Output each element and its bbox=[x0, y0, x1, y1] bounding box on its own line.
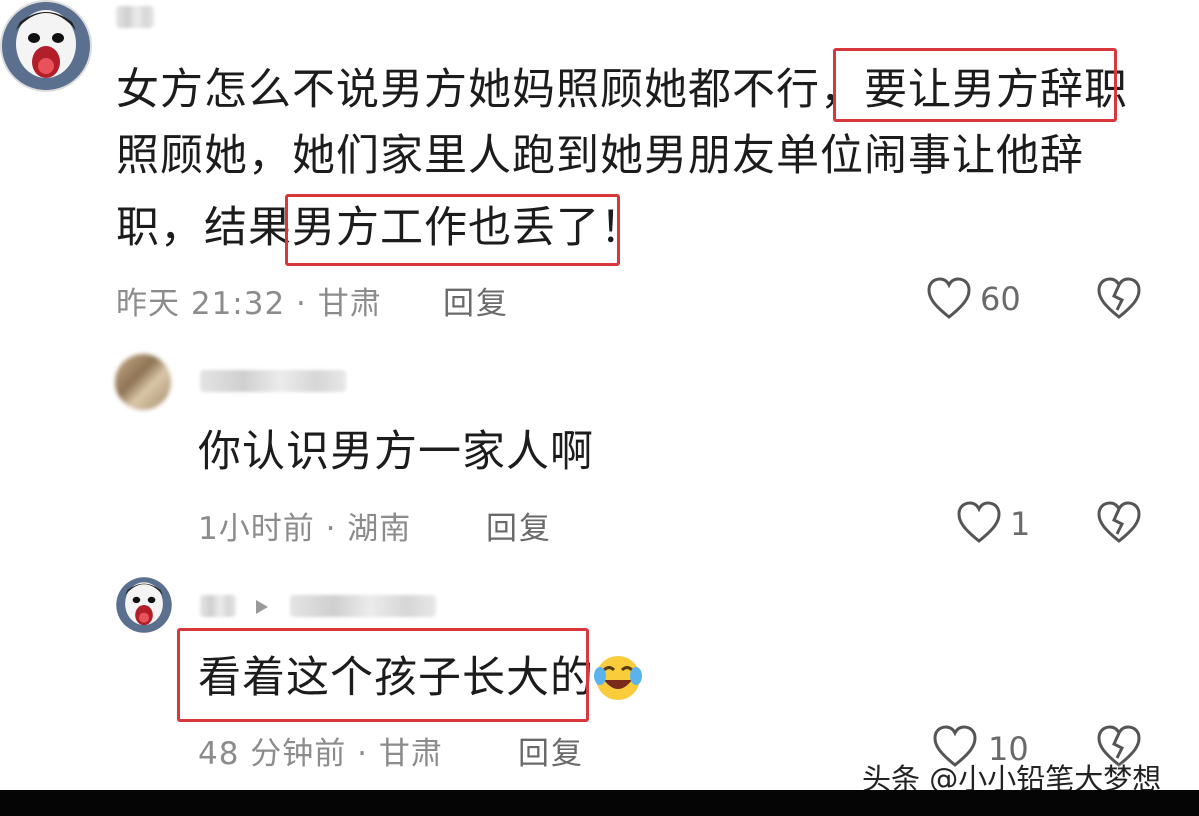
like-count: 1 bbox=[1010, 505, 1031, 543]
highlight-box bbox=[285, 194, 620, 266]
like-count: 60 bbox=[980, 280, 1021, 318]
reply-button[interactable]: 回复 bbox=[443, 278, 509, 323]
heart-icon[interactable] bbox=[956, 500, 1002, 544]
username[interactable] bbox=[200, 370, 346, 392]
username[interactable] bbox=[200, 595, 236, 617]
reply-to-username[interactable] bbox=[290, 595, 436, 617]
laughing-crying-emoji bbox=[594, 656, 642, 700]
avatar[interactable] bbox=[115, 354, 171, 410]
cartoon-face-icon bbox=[2, 2, 90, 90]
cartoon-face-icon bbox=[116, 577, 172, 633]
broken-heart-icon[interactable] bbox=[1096, 276, 1142, 320]
comment-meta: 48 分钟前 · 甘肃 bbox=[198, 736, 443, 772]
comment-meta: 昨天 21:32 · 甘肃 bbox=[116, 286, 382, 322]
play-arrow-icon bbox=[256, 600, 268, 614]
avatar[interactable] bbox=[0, 0, 92, 92]
reply-button[interactable]: 回复 bbox=[518, 728, 584, 773]
username[interactable] bbox=[116, 6, 154, 28]
highlight-box bbox=[177, 628, 589, 722]
comment-text: 照顾她，她们家里人跑到她男朋友单位闹事让他辞 bbox=[116, 131, 1084, 181]
comment-text: 你认识男方一家人啊 bbox=[198, 427, 594, 477]
comment-meta: 1小时前 · 湖南 bbox=[198, 511, 412, 547]
avatar[interactable] bbox=[115, 576, 173, 634]
highlight-box bbox=[833, 48, 1117, 122]
heart-icon[interactable] bbox=[926, 276, 972, 320]
broken-heart-icon[interactable] bbox=[1096, 500, 1142, 544]
reply-button[interactable]: 回复 bbox=[486, 503, 552, 548]
bottom-bar bbox=[0, 790, 1199, 816]
